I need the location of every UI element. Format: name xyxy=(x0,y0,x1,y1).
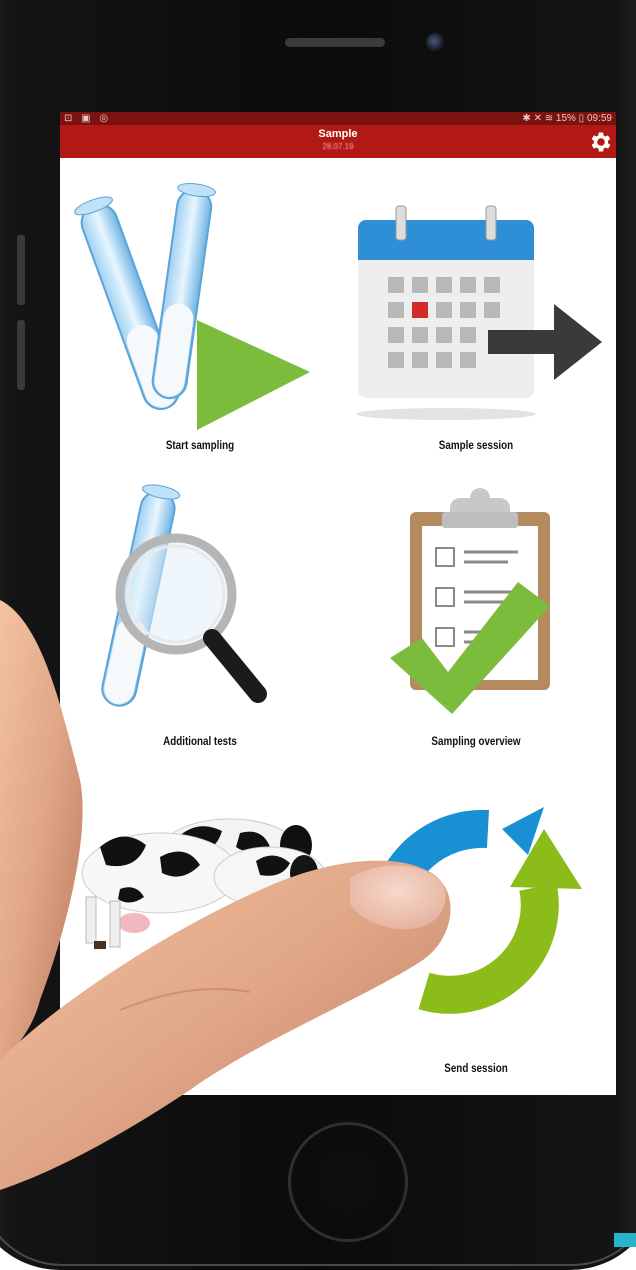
send-session-tile[interactable]: Send session xyxy=(338,777,616,1077)
test-tubes-play-icon xyxy=(74,183,310,430)
front-camera xyxy=(426,33,444,51)
earpiece-speaker xyxy=(285,38,385,47)
animals-tile[interactable] xyxy=(60,777,338,1077)
status-indicators: ✱ ✕ ≋ 15% ▯ 09:59 xyxy=(522,113,612,124)
start-sampling-label: Start sampling xyxy=(165,438,235,452)
start-sampling-tile[interactable]: Start sampling xyxy=(60,182,338,462)
send-session-label: Send session xyxy=(444,1061,508,1075)
app-screen: ⊡ ▣ ◎ ✱ ✕ ≋ 15% ▯ 09:59 Sample 28.07.19 xyxy=(60,112,616,1095)
additional-tests-tile[interactable]: Additional tests xyxy=(60,482,338,752)
app-title: Sample xyxy=(318,128,358,140)
test-tube-magnifier-icon xyxy=(101,484,267,707)
background-accent xyxy=(614,1233,636,1247)
home-button[interactable] xyxy=(288,1122,408,1242)
volume-button xyxy=(17,235,25,305)
status-bar: ⊡ ▣ ◎ ✱ ✕ ≋ 15% ▯ 09:59 xyxy=(60,112,616,125)
app-bar: Sample 28.07.19 xyxy=(60,125,616,158)
sample-session-label: Sample session xyxy=(438,438,514,452)
calendar-arrow-icon xyxy=(356,205,602,420)
app-subtitle: 28.07.19 xyxy=(322,142,354,151)
sync-arrows-icon xyxy=(369,807,582,1014)
volume-button xyxy=(17,320,25,390)
additional-tests-label: Additional tests xyxy=(163,734,237,748)
status-notification-icons: ⊡ ▣ ◎ xyxy=(64,113,112,124)
gear-icon[interactable] xyxy=(588,129,614,155)
sampling-overview-label: Sampling overview xyxy=(431,734,521,748)
clipboard-check-icon xyxy=(390,488,550,714)
sample-session-tile[interactable]: Sample session xyxy=(338,182,616,462)
cows-icon xyxy=(81,818,327,949)
sampling-overview-tile[interactable]: Sampling overview xyxy=(338,482,616,752)
